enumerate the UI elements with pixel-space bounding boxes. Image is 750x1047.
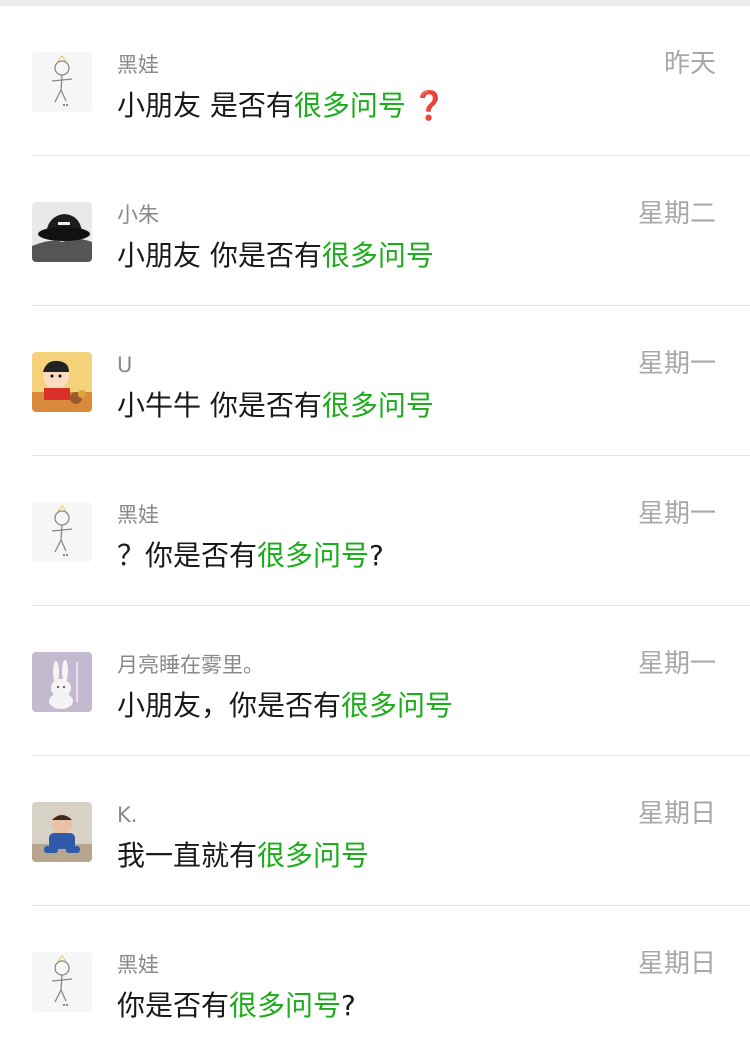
contact-name: 黑娃 (117, 53, 159, 77)
message-time: 星期一 (637, 349, 716, 379)
search-highlight: 很多问号 (321, 239, 434, 272)
message-item[interactable]: 月亮睡在雾里。 小朋友，你是否有很多问号 星期一 (0, 606, 750, 756)
message-item[interactable]: 黑娃 你是否有很多问号? 星期日 (0, 906, 750, 1047)
search-highlight: 很多问号 (229, 989, 342, 1022)
message-item[interactable]: 黑娃 小朋友 是否有很多问号 ❓ 昨天 (0, 6, 750, 156)
message-search-results: 黑娃 小朋友 是否有很多问号 ❓ 昨天 小朱 小朋友 你是否有很多问号 星期二 U… (0, 6, 750, 1047)
baby-photo-avatar[interactable] (32, 802, 92, 862)
search-highlight: 很多问号 (257, 839, 370, 872)
contact-name: 小朱 (117, 203, 159, 227)
contact-name: U (117, 353, 133, 377)
search-highlight: 很多问号 (341, 689, 454, 722)
cartoon-kid-avatar[interactable] (32, 352, 92, 412)
message-time: 昨天 (663, 49, 716, 79)
message-preview: 你是否有很多问号? (117, 989, 356, 1022)
message-time: 星期日 (637, 799, 716, 829)
bunny-avatar[interactable] (32, 652, 92, 712)
search-highlight: 很多问号 (321, 389, 434, 422)
message-preview: ？你是否有很多问号? (117, 539, 384, 572)
message-time: 星期一 (637, 649, 716, 679)
search-highlight: 很多问号 (257, 539, 370, 572)
message-item[interactable]: K. 我一直就有很多问号 星期日 (0, 756, 750, 906)
contact-name: 黑娃 (117, 503, 159, 527)
message-preview: 小朋友，你是否有很多问号 (117, 689, 454, 722)
message-time: 星期日 (637, 949, 716, 979)
message-time: 星期二 (637, 199, 716, 229)
stickman-avatar[interactable] (32, 952, 92, 1012)
message-preview: 小朋友 你是否有很多问号 (117, 239, 434, 272)
bucket-hat-avatar[interactable] (32, 202, 92, 262)
message-preview: 小朋友 是否有很多问号 ❓ (117, 89, 447, 122)
message-item[interactable]: 黑娃 ？你是否有很多问号? 星期一 (0, 456, 750, 606)
question-mark-icon: ❓ (411, 89, 447, 122)
message-item[interactable]: 小朱 小朋友 你是否有很多问号 星期二 (0, 156, 750, 306)
message-preview: 我一直就有很多问号 (117, 839, 370, 872)
contact-name: K. (117, 803, 138, 827)
contact-name: 黑娃 (117, 953, 159, 977)
message-preview: 小牛牛 你是否有很多问号 (117, 389, 434, 422)
contact-name: 月亮睡在雾里。 (117, 653, 264, 677)
stickman-avatar[interactable] (32, 52, 92, 112)
search-highlight: 很多问号 (293, 89, 406, 122)
message-time: 星期一 (637, 499, 716, 529)
stickman-avatar[interactable] (32, 502, 92, 562)
message-item[interactable]: U 小牛牛 你是否有很多问号 星期一 (0, 306, 750, 456)
